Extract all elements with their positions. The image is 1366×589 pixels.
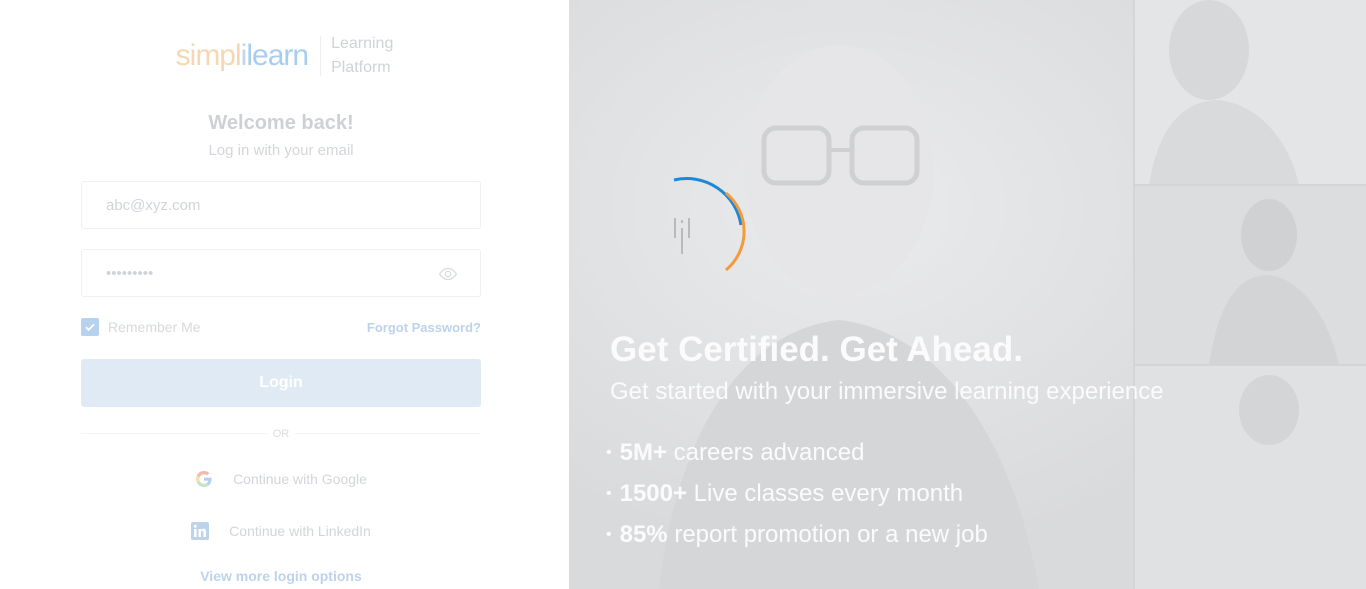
welcome-title: Welcome back! <box>208 112 354 134</box>
logo-wordmark: simplilearn <box>175 39 309 72</box>
password-input[interactable] <box>82 250 480 296</box>
hero-panel: Get Certified. Get Ahead. Get started wi… <box>569 0 1366 589</box>
google-icon <box>195 470 213 488</box>
password-field[interactable] <box>81 249 481 297</box>
stat-item: • 5M+ careers advanced <box>606 439 865 466</box>
brand-logo: simplilearn Learning Platform <box>0 32 569 80</box>
forgot-password-link[interactable]: Forgot Password? <box>367 320 481 335</box>
welcome-subtitle: Log in with your email <box>208 142 354 159</box>
linkedin-login-button[interactable]: Continue with LinkedIn <box>0 522 562 540</box>
google-label: Continue with Google <box>233 471 367 487</box>
remember-me[interactable]: Remember Me <box>81 318 201 336</box>
login-button[interactable]: Login <box>81 359 481 407</box>
check-icon <box>85 323 95 332</box>
remember-row: Remember Me Forgot Password? <box>81 318 481 336</box>
hero-headline: Get Certified. Get Ahead. <box>610 330 1023 369</box>
email-input[interactable] <box>82 182 480 228</box>
logo-subtitle: Learning Platform <box>331 35 394 76</box>
email-field[interactable] <box>81 181 481 229</box>
loading-spinner-icon <box>673 177 746 272</box>
remember-label: Remember Me <box>108 319 201 335</box>
or-label: OR <box>267 428 295 440</box>
login-panel: simplilearn Learning Platform Welcome ba… <box>0 0 569 589</box>
more-login-options-link[interactable]: View more login options <box>0 568 562 584</box>
stat-item: • 1500+ Live classes every month <box>606 480 964 507</box>
linkedin-icon <box>191 522 210 540</box>
eye-icon[interactable] <box>438 264 458 284</box>
hero-stats-list: • 5M+ careers advanced • 1500+ Live classe… <box>606 437 988 560</box>
remember-checkbox[interactable] <box>81 318 99 336</box>
linkedin-label: Continue with LinkedIn <box>229 523 371 539</box>
google-login-button[interactable]: Continue with Google <box>0 470 562 488</box>
stat-item: • 85% report promotion or a new job <box>606 521 988 548</box>
logo-divider <box>320 36 322 76</box>
hero-tagline: Get started with your immersive learning… <box>610 378 1164 405</box>
